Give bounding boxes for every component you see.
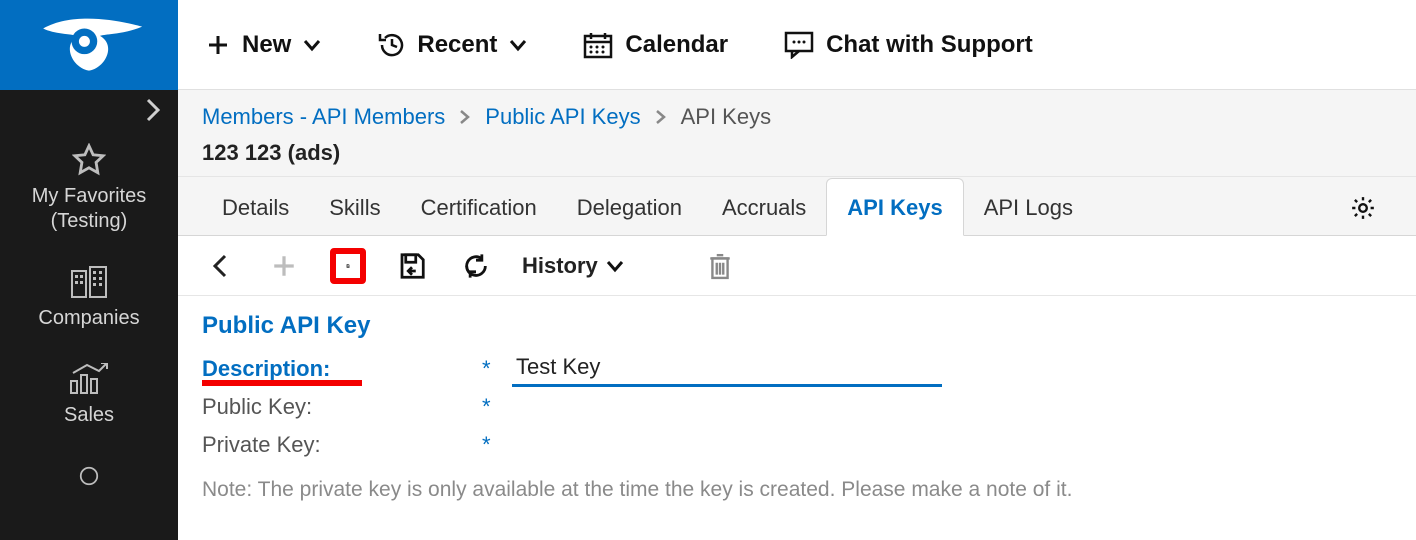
gear-icon	[1350, 195, 1376, 221]
save-icon	[346, 251, 350, 281]
private-key-note: Note: The private key is only available …	[202, 478, 1392, 502]
owl-logo-icon	[34, 15, 144, 75]
required-mark: *	[482, 432, 512, 458]
tab-api-keys[interactable]: API Keys	[826, 178, 963, 236]
tab-delegation[interactable]: Delegation	[557, 179, 702, 235]
chevron-down-icon	[509, 38, 527, 52]
chat-icon	[784, 31, 814, 59]
description-label: Description:	[202, 356, 482, 382]
sidebar-collapse-button[interactable]	[0, 90, 178, 130]
star-icon	[72, 144, 106, 176]
recent-dropdown[interactable]: Recent	[377, 31, 527, 59]
sidebar-item-label: Sales	[64, 403, 114, 428]
form-section-title: Public API Key	[202, 312, 1392, 340]
chat-support-button[interactable]: Chat with Support	[784, 31, 1033, 59]
action-bar: History	[178, 236, 1416, 296]
tabs-row: Details Skills Certification Delegation …	[178, 177, 1416, 236]
sidebar: My Favorites (Testing) Companies	[0, 0, 178, 540]
required-mark: *	[482, 356, 512, 382]
main-content: New Recent Calendar	[178, 0, 1416, 540]
tab-skills[interactable]: Skills	[309, 179, 400, 235]
history-icon	[377, 32, 405, 58]
breadcrumb-current: API Keys	[681, 104, 771, 130]
description-input[interactable]	[512, 352, 942, 387]
sidebar-item-sales[interactable]: Sales	[0, 349, 178, 446]
history-dropdown[interactable]: History	[522, 253, 624, 279]
calendar-button[interactable]: Calendar	[583, 31, 728, 59]
breadcrumb-bar: Members - API Members Public API Keys AP…	[178, 90, 1416, 177]
required-mark: *	[482, 394, 512, 420]
plus-icon	[271, 253, 297, 279]
chevron-left-icon	[211, 253, 229, 279]
private-key-label: Private Key:	[202, 432, 482, 458]
save-button[interactable]	[330, 248, 366, 284]
sidebar-item-label: Companies	[38, 306, 139, 331]
tab-api-logs[interactable]: API Logs	[964, 179, 1093, 235]
back-button[interactable]	[202, 248, 238, 284]
breadcrumb: Members - API Members Public API Keys AP…	[202, 104, 1392, 130]
highlight-underline	[202, 380, 362, 386]
plus-icon	[206, 33, 230, 57]
chevron-right-icon	[144, 97, 162, 123]
tab-accruals[interactable]: Accruals	[702, 179, 826, 235]
public-key-label: Public Key:	[202, 394, 482, 420]
form-area: Public API Key Description: * Public Key…	[178, 296, 1416, 518]
top-toolbar: New Recent Calendar	[178, 0, 1416, 90]
record-title: 123 123 (ads)	[202, 140, 1392, 166]
new-dropdown[interactable]: New	[206, 31, 321, 59]
chevron-down-icon	[606, 259, 624, 273]
bar-chart-arrow-icon	[69, 363, 109, 395]
chevron-down-icon	[303, 38, 321, 52]
new-label: New	[242, 31, 291, 59]
delete-button[interactable]	[702, 248, 738, 284]
sidebar-item-label: My Favorites (Testing)	[6, 184, 172, 234]
sidebar-item-favorites[interactable]: My Favorites (Testing)	[0, 130, 178, 252]
app-logo[interactable]	[0, 0, 178, 90]
save-and-close-button[interactable]	[394, 248, 430, 284]
sidebar-item-more[interactable]	[0, 446, 178, 500]
refresh-button[interactable]	[458, 248, 494, 284]
save-close-icon	[397, 251, 427, 281]
tab-certification[interactable]: Certification	[401, 179, 557, 235]
refresh-icon	[462, 252, 490, 280]
tab-settings-button[interactable]	[1350, 195, 1392, 235]
tab-details[interactable]: Details	[202, 179, 309, 235]
recent-label: Recent	[417, 31, 497, 59]
trash-icon	[707, 251, 733, 281]
calendar-icon	[583, 31, 613, 59]
history-label: History	[522, 253, 598, 279]
add-button[interactable]	[266, 248, 302, 284]
chevron-right-icon	[655, 109, 667, 125]
chat-label: Chat with Support	[826, 31, 1033, 59]
buildings-icon	[70, 266, 108, 298]
breadcrumb-link-public-api-keys[interactable]: Public API Keys	[485, 104, 640, 130]
chevron-right-icon	[459, 109, 471, 125]
sidebar-item-companies[interactable]: Companies	[0, 252, 178, 349]
target-icon	[72, 460, 106, 492]
breadcrumb-link-members[interactable]: Members - API Members	[202, 104, 445, 130]
calendar-label: Calendar	[625, 31, 728, 59]
